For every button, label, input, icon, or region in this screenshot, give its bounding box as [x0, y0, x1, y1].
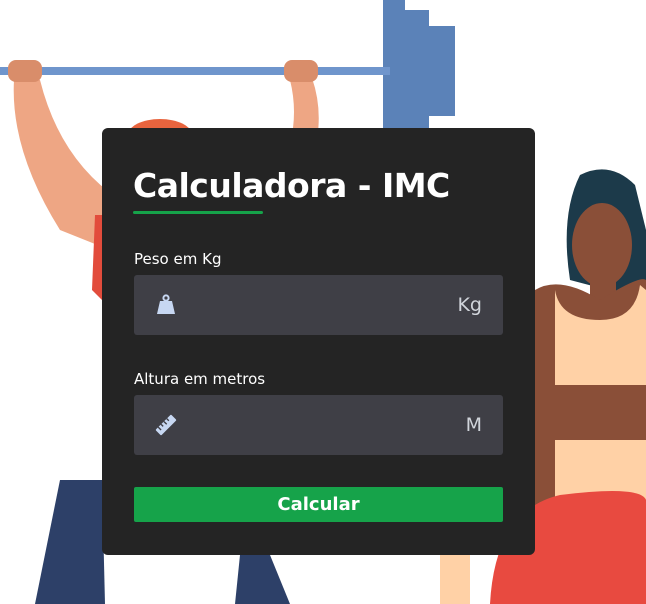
height-label: Altura em metros	[134, 370, 266, 388]
weight-icon	[154, 293, 178, 317]
height-input[interactable]	[188, 395, 438, 455]
barbell-plates	[383, 0, 455, 135]
page-title: Calculadora - IMC	[133, 166, 450, 205]
weight-field-container: Kg	[134, 275, 503, 335]
weight-label: Peso em Kg	[134, 250, 222, 268]
bmi-calculator-card: Calculadora - IMC Peso em Kg Kg Altura e…	[102, 128, 535, 555]
height-field-container: M	[134, 395, 503, 455]
barbell-bar	[0, 67, 390, 75]
title-underline	[133, 211, 263, 214]
calculate-button[interactable]: Calcular	[134, 487, 503, 522]
height-unit: M	[465, 414, 482, 436]
weight-unit: Kg	[457, 294, 482, 316]
ruler-icon	[154, 413, 178, 437]
weight-input[interactable]	[188, 275, 438, 335]
